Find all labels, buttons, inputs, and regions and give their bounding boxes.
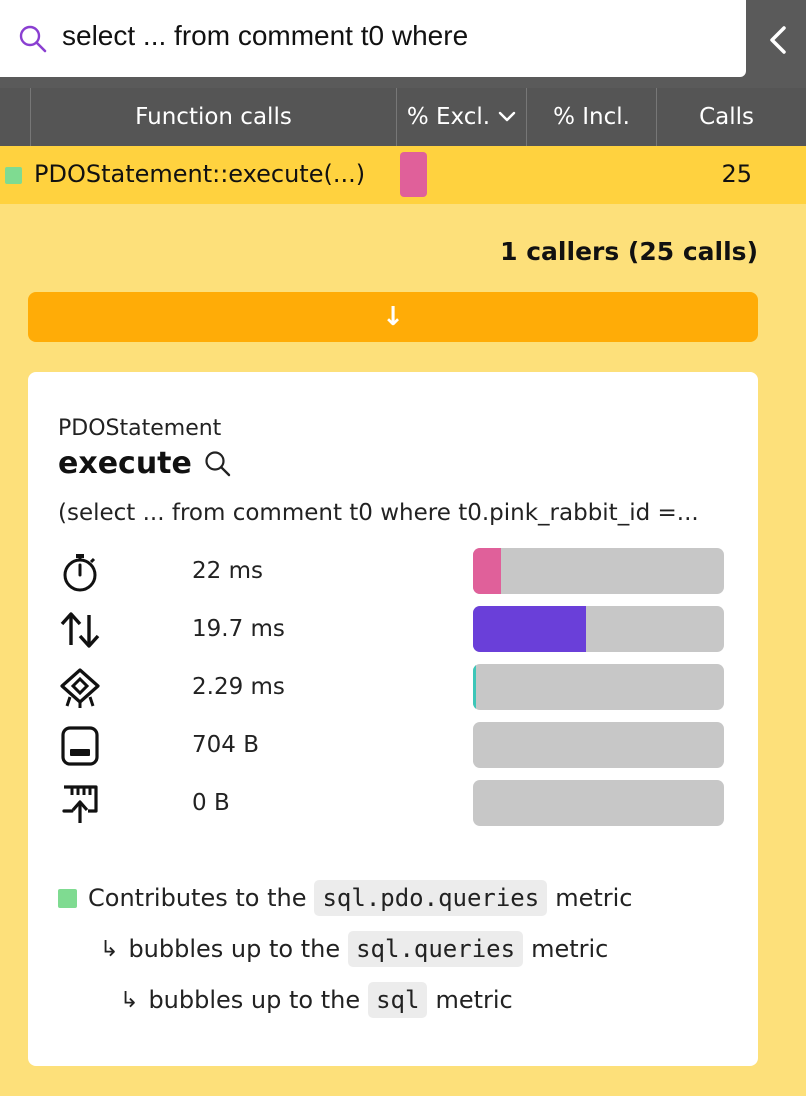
calls-count: 25 [721,160,752,188]
stopwatch-icon [63,554,97,592]
top-bar: select ... from comment t0 where [0,0,806,88]
metric-bar-track [473,548,724,594]
bubbles-prefix: bubbles up to the [128,935,341,963]
contribution-suffix: metric [555,884,633,912]
function-name: PDOStatement::execute(...) [34,160,366,188]
search-input[interactable]: select ... from comment t0 where [62,20,468,52]
cpu-chip-icon [60,668,100,708]
metric-bar-track [473,606,724,652]
bubbles-prefix: bubbles up to the [148,986,361,1014]
function-arguments: (select ... from comment t0 where t0.pin… [58,500,699,526]
contribution-line: Contributes to the sql.pdo.queries metri… [58,880,633,916]
metric-row-network: 0 B [58,780,728,828]
metric-bar-fill [473,606,586,652]
metric-bar-track [473,780,724,826]
chevron-down-icon [498,111,516,122]
metric-bar-track [473,664,724,710]
excl-bar [400,152,427,197]
header-function-calls-label: Function calls [135,104,292,130]
return-arrow-icon: ↳ [120,987,139,1013]
header-incl-label: % Incl. [553,104,630,130]
metric-value: 0 B [192,790,230,816]
metric-row-memory: 704 B [58,722,728,770]
bubbles-up-line: ↳ bubbles up to the sql.queries metric [100,931,608,967]
metric-value: 2.29 ms [192,674,285,700]
search-box[interactable]: select ... from comment t0 where [0,0,746,77]
metric-name-code: sql [368,982,428,1018]
arrow-down-icon: ↓ [382,302,404,332]
table-row-selected[interactable]: PDOStatement::execute(...) 25 [0,146,806,204]
header-spacer [0,88,30,146]
metric-value: 22 ms [192,558,263,584]
bubbles-suffix: metric [531,935,609,963]
chevron-left-icon[interactable] [760,18,796,62]
header-excl[interactable]: % Excl. [396,88,526,146]
header-function-calls[interactable]: Function calls [30,88,396,146]
header-incl[interactable]: % Incl. [526,88,656,146]
class-name: PDOStatement [58,416,222,441]
network-upload-icon [62,785,98,823]
category-color-swatch [5,167,22,184]
metric-value: 704 B [192,732,259,758]
metric-name-code: sql.pdo.queries [314,880,548,916]
bubbles-suffix: metric [435,986,513,1014]
method-name: execute [58,446,192,481]
header-excl-label: % Excl. [406,104,491,130]
search-icon[interactable] [204,450,232,478]
metric-row-wall-time: 22 ms [58,548,728,596]
category-color-swatch [58,888,77,908]
io-arrows-icon [60,612,100,648]
metric-bar-fill [473,548,501,594]
metric-name-code: sql.queries [348,931,524,967]
metric-value: 19.7 ms [192,616,285,642]
contribution-prefix: Contributes to the [88,884,307,912]
memory-icon [61,726,99,766]
function-detail-card: PDOStatement execute (select ... from co… [28,372,758,1066]
method-title: execute [58,446,232,481]
bubbles-up-line: ↳ bubbles up to the sql metric [120,982,513,1018]
callers-summary: 1 callers (25 calls) [500,237,758,266]
metric-bar-fill [473,664,476,710]
header-calls[interactable]: Calls [656,88,806,146]
callers-expand-button[interactable]: ↓ [28,292,758,342]
metric-bar-track [473,722,724,768]
metric-row-cpu: 2.29 ms [58,664,728,712]
return-arrow-icon: ↳ [100,936,119,962]
search-icon [19,25,47,53]
metric-row-io: 19.7 ms [58,606,728,654]
header-calls-label: Calls [699,104,754,130]
table-header: Function calls % Excl. % Incl. Calls [0,88,806,146]
